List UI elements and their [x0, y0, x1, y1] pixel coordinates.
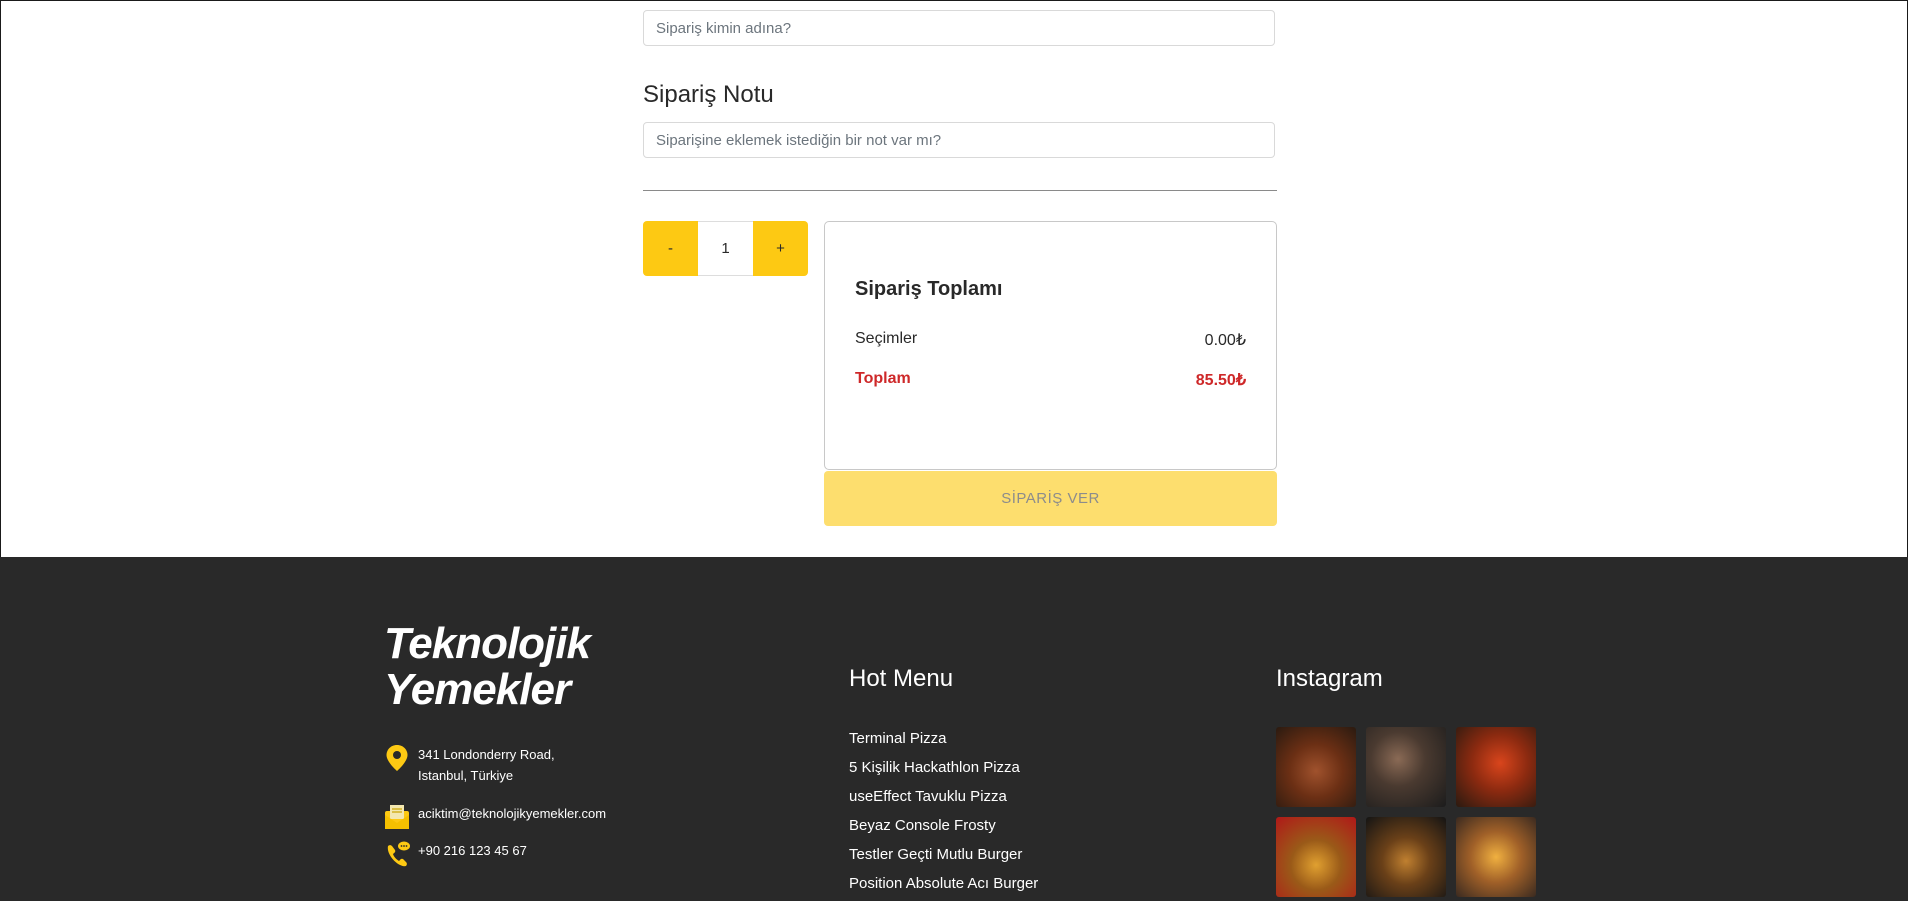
- address-contact: 341 Londonderry Road, Istanbul, Türkiye: [384, 744, 555, 786]
- instagram-title: Instagram: [1276, 665, 1383, 692]
- logo-line-2: Yemekler: [384, 665, 571, 714]
- location-pin-icon: [386, 745, 408, 771]
- decrement-button[interactable]: -: [643, 221, 698, 276]
- order-summary-card: Sipariş Toplamı Seçimler 0.00₺ Toplam 85…: [824, 221, 1277, 470]
- instagram-photo-burger-dark[interactable]: [1366, 817, 1446, 897]
- hot-menu-item[interactable]: Testler Geçti Mutlu Burger: [849, 844, 1038, 873]
- email-address[interactable]: aciktim@teknolojikyemekler.com: [418, 803, 606, 824]
- hot-menu-item[interactable]: useEffect Tavuklu Pizza: [849, 786, 1038, 815]
- selections-label: Seçimler: [855, 330, 918, 347]
- quantity-value: 1: [698, 221, 753, 276]
- footer: Teknolojik Yemekler 341 Londonderry Road…: [0, 557, 1908, 901]
- phone-icon: [387, 841, 410, 867]
- phone-number[interactable]: +90 216 123 45 67: [418, 840, 527, 861]
- order-note-title: Sipariş Notu: [643, 81, 774, 108]
- instagram-photo-grill[interactable]: [1366, 727, 1446, 807]
- total-row: Toplam 85.50₺: [855, 370, 1246, 390]
- hot-menu-list: Terminal Pizza 5 Kişilik Hackathlon Pizz…: [849, 728, 1038, 902]
- hot-menu-item[interactable]: Terminal Pizza: [849, 728, 1038, 757]
- hot-menu-item[interactable]: Position Absolute Acı Burger: [849, 873, 1038, 902]
- instagram-grid: [1276, 727, 1536, 897]
- total-label: Toplam: [855, 370, 911, 387]
- increment-button[interactable]: +: [753, 221, 808, 276]
- selections-value: 0.00₺: [1204, 332, 1246, 349]
- mail-icon: [385, 805, 409, 829]
- place-order-button[interactable]: SİPARİŞ VER: [824, 471, 1277, 526]
- hot-menu-item[interactable]: Beyaz Console Frosty: [849, 815, 1038, 844]
- total-value: 85.50₺: [1195, 372, 1246, 389]
- footer-logo[interactable]: Teknolojik Yemekler: [384, 619, 591, 714]
- instagram-photo-sausages[interactable]: [1456, 727, 1536, 807]
- logo-line-1: Teknolojik: [384, 619, 591, 668]
- selections-row: Seçimler 0.00₺: [855, 330, 1246, 350]
- hot-menu-item[interactable]: 5 Kişilik Hackathlon Pizza: [849, 757, 1038, 786]
- instagram-photo-burger-red[interactable]: [1276, 817, 1356, 897]
- order-name-input[interactable]: [643, 10, 1275, 46]
- hot-menu-title: Hot Menu: [849, 665, 954, 692]
- email-contact: aciktim@teknolojikyemekler.com: [384, 803, 606, 831]
- instagram-photo-ribs[interactable]: [1276, 727, 1356, 807]
- address-line-1: 341 Londonderry Road,: [418, 747, 555, 762]
- instagram-photo-burger-cheese[interactable]: [1456, 817, 1536, 897]
- order-summary-title: Sipariş Toplamı: [855, 278, 1003, 300]
- divider: [643, 190, 1277, 191]
- quantity-stepper: - 1 +: [643, 221, 808, 276]
- phone-contact: +90 216 123 45 67: [384, 840, 527, 868]
- address-line-2: Istanbul, Türkiye: [418, 768, 514, 783]
- order-note-input[interactable]: [643, 122, 1275, 158]
